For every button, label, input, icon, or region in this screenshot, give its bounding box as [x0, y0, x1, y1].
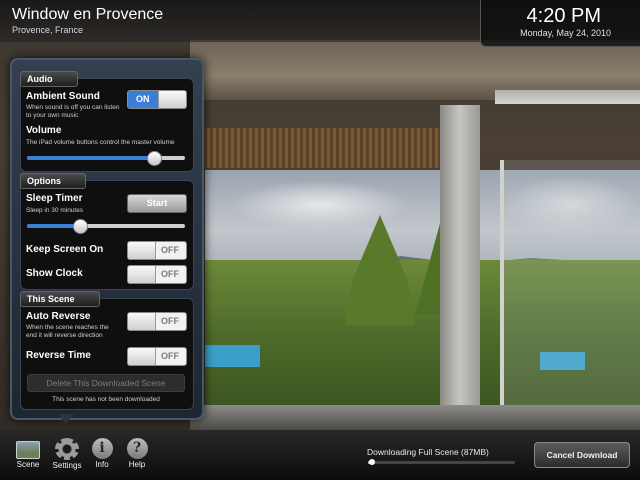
sleep-timer-label: Sleep Timer — [26, 193, 83, 204]
options-section: Options Sleep Timer Sleep in 30 minutes … — [20, 173, 194, 290]
section-header-options: Options — [20, 173, 86, 189]
toggle-knob — [128, 242, 156, 259]
audio-section: Audio Ambient Sound When sound is off yo… — [20, 71, 194, 172]
toggle-state: OFF — [161, 269, 179, 279]
settings-popover: Audio Ambient Sound When sound is off yo… — [10, 58, 204, 420]
info-button-label: Info — [95, 460, 109, 469]
popover-pointer — [58, 414, 74, 424]
toggle-knob — [128, 266, 156, 283]
clock-panel: 4:20 PM Monday, May 24, 2010 — [480, 0, 640, 47]
start-sleep-timer-button[interactable]: Start — [127, 194, 187, 213]
volume-help: The iPad volume buttons control the mast… — [26, 139, 175, 146]
keep-screen-on-label: Keep Screen On — [26, 244, 104, 255]
toggle-knob — [158, 91, 186, 108]
window-frame — [440, 105, 480, 415]
toggle-knob — [128, 313, 156, 330]
swimming-pool — [205, 345, 260, 367]
info-button[interactable]: i Info — [82, 438, 122, 469]
section-header-this-scene: This Scene — [20, 291, 100, 307]
ambient-sound-help: When sound is off you can listen to your… — [26, 104, 120, 119]
delete-scene-button[interactable]: Delete This Downloaded Scene — [27, 374, 185, 392]
scene-location: Provence, France — [12, 25, 84, 35]
section-header-audio: Audio — [20, 71, 78, 87]
toggle-knob — [128, 348, 156, 365]
toggle-state: OFF — [161, 316, 179, 326]
window-frame — [495, 90, 640, 104]
sleep-timer-help: Sleep in 30 minutes — [26, 207, 84, 214]
bamboo-shade — [195, 128, 475, 168]
auto-reverse-label: Auto Reverse — [26, 311, 91, 322]
volume-slider[interactable] — [27, 151, 185, 166]
clock-date: Monday, May 24, 2010 — [520, 28, 611, 38]
download-status-note: This scene has not been downloaded — [52, 396, 160, 403]
volume-label: Volume — [26, 125, 62, 136]
ambient-sound-toggle[interactable]: ON — [127, 90, 187, 109]
scene-button-label: Scene — [16, 460, 40, 469]
reverse-time-label: Reverse Time — [26, 350, 91, 361]
toggle-state: ON — [136, 94, 150, 104]
clock-time: 4:20 PM — [526, 5, 601, 27]
window-pane — [500, 160, 640, 410]
settings-button[interactable]: Settings — [47, 438, 87, 470]
show-clock-toggle[interactable]: OFF — [127, 265, 187, 284]
download-progress-bar — [368, 459, 515, 465]
settings-button-label: Settings — [52, 461, 82, 470]
volume-slider-fill — [27, 156, 154, 160]
toggle-state: OFF — [161, 245, 179, 255]
sleep-slider-thumb[interactable] — [73, 219, 89, 234]
this-scene-section: This Scene Auto Reverse When the scene r… — [20, 291, 194, 410]
download-status-label: Downloading Full Scene (87MB) — [367, 447, 489, 457]
scene-button[interactable]: Scene — [8, 438, 48, 469]
help-button-label: Help — [128, 460, 146, 469]
toggle-state: OFF — [161, 351, 179, 361]
reverse-time-toggle[interactable]: OFF — [127, 347, 187, 366]
show-clock-label: Show Clock — [26, 268, 83, 279]
landscape-icon — [16, 441, 40, 459]
cancel-download-button[interactable]: Cancel Download — [534, 442, 630, 468]
scene-title: Window en Provence — [12, 6, 164, 23]
info-icon: i — [91, 438, 113, 459]
auto-reverse-toggle[interactable]: OFF — [127, 312, 187, 331]
sleep-timer-slider[interactable] — [27, 219, 185, 234]
sleep-slider-fill — [27, 224, 80, 228]
gear-icon — [55, 438, 79, 460]
window-sill — [190, 405, 640, 430]
help-icon: ? — [126, 438, 148, 459]
auto-reverse-help: When the scene reaches the end it will r… — [26, 324, 109, 339]
volume-slider-thumb[interactable] — [147, 151, 163, 166]
keep-screen-on-toggle[interactable]: OFF — [127, 241, 187, 260]
help-button[interactable]: ? Help — [117, 438, 157, 469]
ambient-sound-label: Ambient Sound — [26, 91, 100, 102]
